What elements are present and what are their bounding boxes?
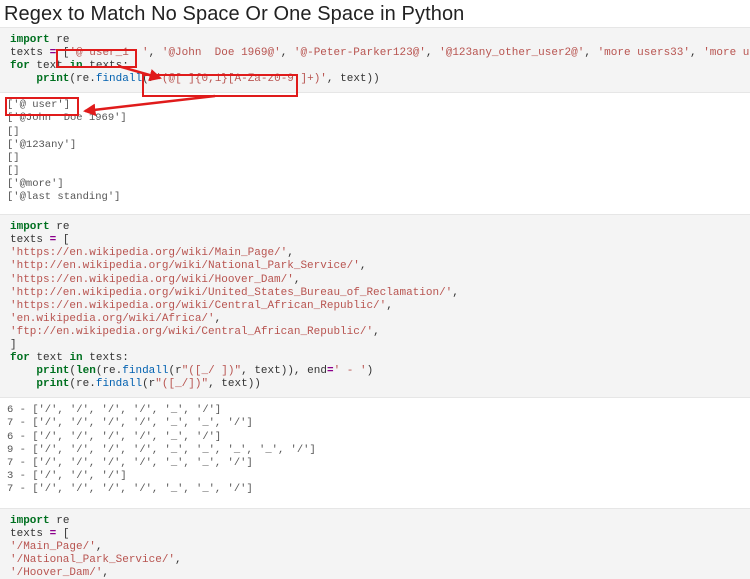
code-line: 'http://en.wikipedia.org/wiki/National_P… [10, 260, 750, 273]
output-line: 3 - ['/', '/', '/'] [7, 470, 750, 483]
output-line: 7 - ['/', '/', '/', '/', '_', '_', '/'] [7, 457, 750, 470]
python-source-block-1: import re texts = ['@ user_1 ', '@John D… [0, 27, 750, 93]
code-line: import re [10, 515, 750, 528]
code-line: ] [10, 339, 750, 352]
output-line: 7 - ['/', '/', '/', '/', '_', '_', '/'] [7, 483, 750, 496]
code-line: texts = [ [10, 528, 750, 541]
output-line: ['@John Doe 1969'] [7, 112, 750, 125]
python-source-block-2: import re texts = [ 'https://en.wikipedi… [0, 214, 750, 398]
output-line: 9 - ['/', '/', '/', '/', '_', '_', '_', … [7, 444, 750, 457]
output-line: [] [7, 126, 750, 139]
code-line: 'https://en.wikipedia.org/wiki/Main_Page… [10, 247, 750, 260]
code-line: '/National_Park_Service/', [10, 554, 750, 567]
python-source-block-3: import re texts = [ '/Main_Page/', '/Nat… [0, 508, 750, 579]
code-line: '/Hoover_Dam/', [10, 567, 750, 579]
output-line: 6 - ['/', '/', '/', '/', '_', '/'] [7, 404, 750, 417]
output-line: 6 - ['/', '/', '/', '/', '_', '/'] [7, 431, 750, 444]
output-line: ['@last standing'] [7, 191, 750, 204]
output-line: ['@ user'] [7, 99, 750, 112]
page-root: Regex to Match No Space Or One Space in … [0, 0, 750, 579]
output-line: [] [7, 165, 750, 178]
code-line: texts = ['@ user_1 ', '@John Doe 1969@',… [10, 47, 750, 60]
code-line: 'https://en.wikipedia.org/wiki/Hoover_Da… [10, 274, 750, 287]
code-line: import re [10, 34, 750, 47]
code-line: import re [10, 221, 750, 234]
code-line: for text in texts: [10, 60, 750, 73]
code-line: 'http://en.wikipedia.org/wiki/United_Sta… [10, 287, 750, 300]
output-line: [] [7, 152, 750, 165]
output-line: 7 - ['/', '/', '/', '/', '_', '_', '/'] [7, 417, 750, 430]
code-line: 'https://en.wikipedia.org/wiki/Central_A… [10, 300, 750, 313]
code-line: print(re.findall(r"([_/])", text)) [10, 378, 750, 391]
code-line: '/Main_Page/', [10, 541, 750, 554]
output-line: ['@more'] [7, 178, 750, 191]
output-line: ['@123any'] [7, 139, 750, 152]
page-title: Regex to Match No Space Or One Space in … [0, 0, 750, 27]
code-line: print(len(re.findall(r"([_/ ])", text)),… [10, 365, 750, 378]
code-line: texts = [ [10, 234, 750, 247]
code-line: print(re.findall(r'(@[ ]{0,1}[A-Za-z0-9 … [10, 73, 750, 86]
code-line: 'en.wikipedia.org/wiki/Africa/', [10, 313, 750, 326]
console-output-block-2: 6 - ['/', '/', '/', '/', '_', '/'] 7 - [… [0, 398, 750, 502]
code-line: 'ftp://en.wikipedia.org/wiki/Central_Afr… [10, 326, 750, 339]
code-line: for text in texts: [10, 352, 750, 365]
console-output-block-1: ['@ user'] ['@John Doe 1969'] [] ['@123a… [0, 93, 750, 210]
